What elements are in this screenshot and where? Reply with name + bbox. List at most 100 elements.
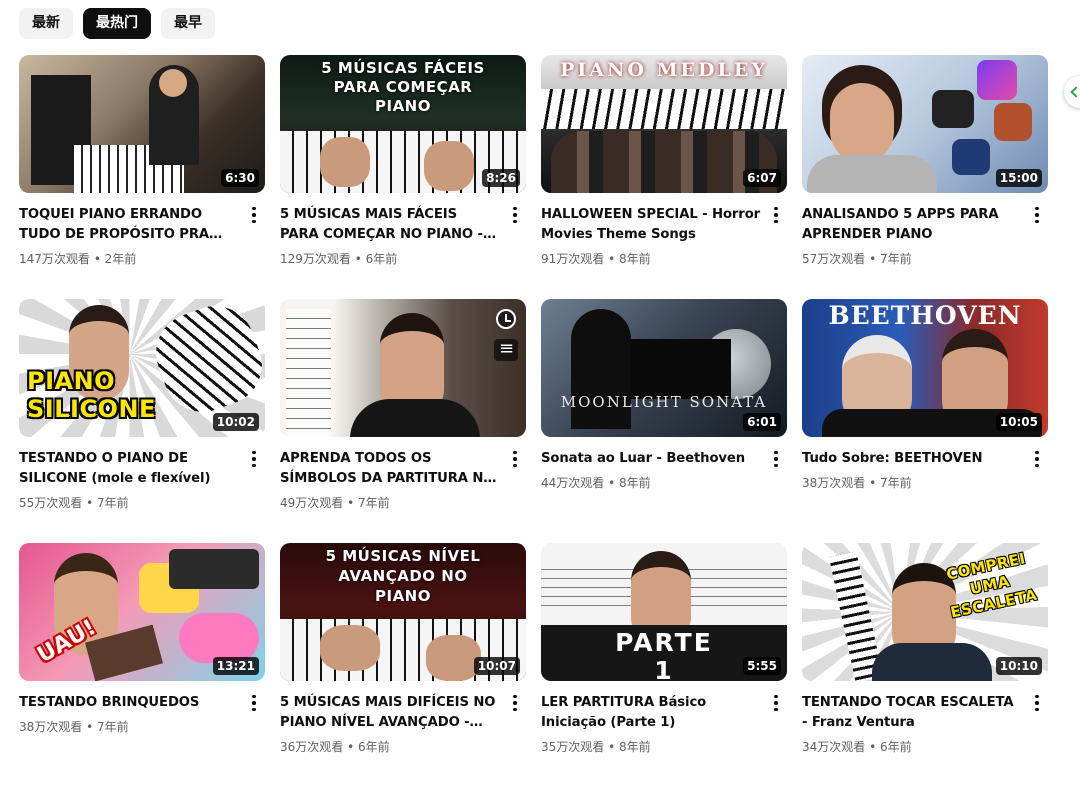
video-card: 15:00 ANALISANDO 5 APPS PARA APRENDER PI… bbox=[802, 55, 1048, 299]
video-stats: 34万次观看 • 6年前 bbox=[802, 740, 912, 754]
video-card: PIANO MEDLEY 6:07 HALLOWEEN SPECIAL - Ho… bbox=[541, 55, 787, 299]
more-options-icon[interactable] bbox=[1028, 693, 1046, 713]
video-duration: 10:07 bbox=[473, 657, 520, 675]
video-title[interactable]: Tudo Sobre: BEETHOVEN bbox=[802, 449, 1022, 469]
view-count: 36万次观看 bbox=[280, 740, 344, 754]
video-thumbnail[interactable]: PARTE 1 PARTITURA 5:55 bbox=[541, 543, 787, 681]
video-duration: 6:07 bbox=[743, 169, 781, 187]
video-duration: 5:55 bbox=[743, 657, 781, 675]
video-stats: 57万次观看 • 7年前 bbox=[802, 252, 912, 266]
more-options-icon[interactable] bbox=[1028, 449, 1046, 469]
video-card: MOONLIGHT SONATA 6:01 Sonata ao Luar - B… bbox=[541, 299, 787, 543]
video-title[interactable]: LER PARTITURA Básico Iniciação (Parte 1) bbox=[541, 693, 761, 733]
video-grid: 6:30 TOQUEI PIANO ERRANDO TUDO DE PROPÓS… bbox=[19, 55, 1048, 787]
video-thumbnail[interactable] bbox=[280, 299, 526, 437]
video-stats: 147万次观看 • 2年前 bbox=[19, 252, 137, 266]
video-duration: 10:10 bbox=[995, 657, 1042, 675]
video-thumbnail[interactable]: MOONLIGHT SONATA 6:01 bbox=[541, 299, 787, 437]
watch-later-icon[interactable] bbox=[496, 309, 516, 329]
video-thumbnail[interactable]: COMPREI UMA ESCALETA 10:10 bbox=[802, 543, 1048, 681]
view-count: 34万次观看 bbox=[802, 740, 866, 754]
video-title[interactable]: TOQUEI PIANO ERRANDO TUDO DE PROPÓSITO P… bbox=[19, 205, 239, 245]
video-thumbnail[interactable]: PIANO SILICONE 10:02 bbox=[19, 299, 265, 437]
video-thumbnail[interactable]: 5 MÚSICAS FÁCEIS PARA COMEÇAR PIANO 8:26 bbox=[280, 55, 526, 193]
thumbnail-caption: 5 MÚSICAS FÁCEIS PARA COMEÇAR PIANO bbox=[321, 59, 485, 115]
video-title[interactable]: HALLOWEEN SPECIAL - Horror Movies Theme … bbox=[541, 205, 761, 245]
video-stats: 91万次观看 • 8年前 bbox=[541, 252, 651, 266]
video-card: UAU! 13:21 TESTANDO BRINQUEDOS 38万次观看 • … bbox=[19, 543, 265, 787]
more-options-icon[interactable] bbox=[245, 205, 263, 225]
more-options-icon[interactable] bbox=[506, 693, 524, 713]
view-count: 38万次观看 bbox=[19, 720, 83, 734]
video-title[interactable]: TESTANDO O PIANO DE SILICONE (mole e fle… bbox=[19, 449, 239, 489]
more-options-icon[interactable] bbox=[506, 449, 524, 469]
thumbnail-caption: PIANO SILICONE bbox=[27, 367, 156, 423]
video-stats: 36万次观看 • 6年前 bbox=[280, 740, 390, 754]
filter-chip-latest[interactable]: 最新 bbox=[19, 8, 73, 39]
video-stats: 55万次观看 • 7年前 bbox=[19, 496, 129, 510]
upload-age: 7年前 bbox=[358, 496, 390, 510]
upload-age: 6年前 bbox=[880, 740, 912, 754]
video-stats: 49万次观看 • 7年前 bbox=[280, 496, 390, 510]
upload-age: 7年前 bbox=[97, 496, 129, 510]
video-title[interactable]: 5 MÚSICAS MAIS DIFÍCEIS NO PIANO NÍVEL A… bbox=[280, 693, 500, 733]
video-thumbnail[interactable]: BEETHOVEN 10:05 bbox=[802, 299, 1048, 437]
more-options-icon[interactable] bbox=[1028, 205, 1046, 225]
more-options-icon[interactable] bbox=[767, 449, 785, 469]
filter-chip-oldest[interactable]: 最早 bbox=[161, 8, 215, 39]
video-card: 6:30 TOQUEI PIANO ERRANDO TUDO DE PROPÓS… bbox=[19, 55, 265, 299]
view-count: 35万次观看 bbox=[541, 740, 605, 754]
video-thumbnail[interactable]: UAU! 13:21 bbox=[19, 543, 265, 681]
video-title[interactable]: APRENDA TODOS OS SÍMBOLOS DA PARTITURA N… bbox=[280, 449, 500, 489]
upload-age: 2年前 bbox=[104, 252, 137, 266]
view-count: 44万次观看 bbox=[541, 476, 605, 490]
upload-age: 7年前 bbox=[97, 720, 129, 734]
video-title[interactable]: ANALISANDO 5 APPS PARA APRENDER PIANO bbox=[802, 205, 1022, 245]
video-title[interactable]: TENTANDO TOCAR ESCALETA - Franz Ventura bbox=[802, 693, 1022, 733]
video-duration: 15:00 bbox=[995, 169, 1042, 187]
more-options-icon[interactable] bbox=[767, 205, 785, 225]
video-title[interactable]: 5 MÚSICAS MAIS FÁCEIS PARA COMEÇAR NO PI… bbox=[280, 205, 500, 245]
view-count: 38万次观看 bbox=[802, 476, 866, 490]
thumbnail-caption: 5 MÚSICAS NÍVEL AVANÇADO NO PIANO bbox=[325, 547, 481, 605]
video-duration: 13:21 bbox=[212, 657, 259, 675]
video-stats: 38万次观看 • 7年前 bbox=[802, 476, 912, 490]
view-count: 129万次观看 bbox=[280, 252, 351, 266]
view-count: 55万次观看 bbox=[19, 496, 83, 510]
more-options-icon[interactable] bbox=[506, 205, 524, 225]
video-thumbnail[interactable]: 15:00 bbox=[802, 55, 1048, 193]
video-card: BEETHOVEN 10:05 Tudo Sobre: BEETHOVEN 38… bbox=[802, 299, 1048, 543]
video-card: APRENDA TODOS OS SÍMBOLOS DA PARTITURA N… bbox=[280, 299, 526, 543]
video-stats: 129万次观看 • 6年前 bbox=[280, 252, 398, 266]
video-thumbnail[interactable]: 5 MÚSICAS NÍVEL AVANÇADO NO PIANO 10:07 bbox=[280, 543, 526, 681]
upload-age: 6年前 bbox=[365, 252, 398, 266]
more-options-icon[interactable] bbox=[245, 449, 263, 469]
video-stats: 38万次观看 • 7年前 bbox=[19, 720, 129, 734]
video-duration: 10:05 bbox=[995, 413, 1042, 431]
side-panel-button[interactable] bbox=[1064, 76, 1080, 108]
thumbnail-caption: MOONLIGHT SONATA bbox=[560, 393, 768, 411]
thumbnail-image bbox=[280, 299, 526, 437]
upload-age: 8年前 bbox=[619, 252, 651, 266]
video-stats: 44万次观看 • 8年前 bbox=[541, 476, 651, 490]
video-duration: 6:01 bbox=[743, 413, 781, 431]
more-options-icon[interactable] bbox=[767, 693, 785, 713]
upload-age: 8年前 bbox=[619, 476, 651, 490]
video-title[interactable]: TESTANDO BRINQUEDOS bbox=[19, 693, 239, 713]
video-card: 5 MÚSICAS NÍVEL AVANÇADO NO PIANO 10:07 … bbox=[280, 543, 526, 787]
video-thumbnail[interactable]: PIANO MEDLEY 6:07 bbox=[541, 55, 787, 193]
add-to-queue-icon[interactable] bbox=[494, 338, 518, 361]
video-duration: 8:26 bbox=[482, 169, 520, 187]
filter-chips: 最新 最热门 最早 bbox=[19, 8, 215, 39]
video-card: COMPREI UMA ESCALETA 10:10 TENTANDO TOCA… bbox=[802, 543, 1048, 787]
video-duration: 6:30 bbox=[221, 169, 259, 187]
upload-age: 8年前 bbox=[619, 740, 651, 754]
upload-age: 6年前 bbox=[358, 740, 390, 754]
video-title[interactable]: Sonata ao Luar - Beethoven bbox=[541, 449, 761, 469]
more-options-icon[interactable] bbox=[245, 693, 263, 713]
video-stats: 35万次观看 • 8年前 bbox=[541, 740, 651, 754]
video-thumbnail[interactable]: 6:30 bbox=[19, 55, 265, 193]
thumbnail-caption: PIANO MEDLEY bbox=[560, 59, 768, 81]
filter-chip-popular[interactable]: 最热门 bbox=[83, 8, 151, 39]
video-card: PARTE 1 PARTITURA 5:55 LER PARTITURA Bás… bbox=[541, 543, 787, 787]
